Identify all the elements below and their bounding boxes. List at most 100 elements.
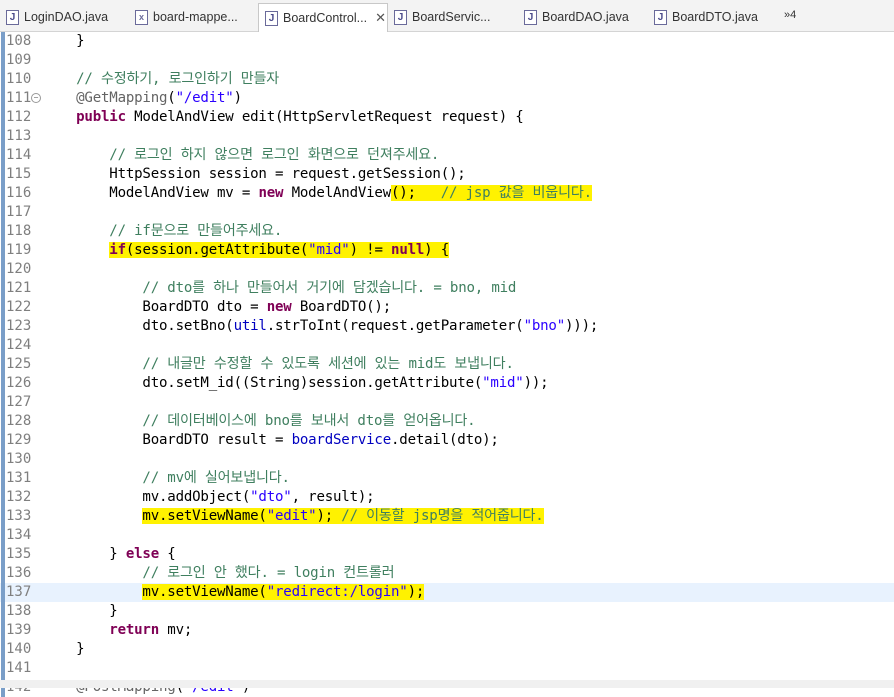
code-token: .strToInt( [266,318,350,334]
line-number: 111 [6,90,32,106]
change-marker [1,279,5,298]
change-marker [1,507,5,526]
code-token: dto [457,432,483,448]
code-token: BoardDTO(); [299,299,391,315]
code-line[interactable]: 117 [0,203,894,222]
code-token: mv [142,508,159,524]
code-line[interactable]: 129 BoardDTO result = boardService.detai… [0,431,894,450]
change-marker [1,412,5,431]
code-line[interactable]: 111− @GetMapping("/edit") [0,89,894,108]
editor-tab[interactable]: J BoardServic... [388,4,514,30]
code-line[interactable]: 114 // 로그인 하지 않으면 로그인 화면으로 던져주세요. [0,146,894,165]
change-marker [1,659,5,678]
code-line[interactable]: 125 // 내글만 수정할 수 있도록 세션에 있는 mid도 보냅니다. [0,355,894,374]
code-line[interactable]: 130 [0,450,894,469]
code-token: "redirect:/login" [266,584,408,600]
code-line[interactable]: 140 } [0,640,894,659]
code-line[interactable]: 139 return mv; [0,621,894,640]
line-number: 120 [6,261,32,277]
editor-tab[interactable]: J LoginDAO.java [0,4,125,30]
change-marker [1,355,5,374]
tab-overflow-indicator[interactable]: »4 [784,9,796,21]
code-line[interactable]: 115 HttpSession session = request.getSes… [0,165,894,184]
code-token: ModelAndView [43,185,217,201]
xml-file-icon: x [135,9,148,25]
line-number: 135 [6,546,32,562]
change-marker [1,222,5,241]
code-token: "mid" [308,242,350,258]
code-token: "mid" [482,375,524,391]
code-line[interactable]: 124 [0,336,894,355]
change-marker [1,70,5,89]
change-marker [1,602,5,621]
code-line[interactable]: 108 } [0,32,894,51]
code-token: ) [233,90,243,106]
change-marker [1,89,5,108]
change-marker [1,146,5,165]
code-text: } [43,32,84,51]
code-line[interactable]: 118 // if문으로 만들어주세요. [0,222,894,241]
editor-tab[interactable]: J BoardControl... ✕ [258,3,388,32]
close-tab-icon[interactable]: ✕ [375,10,386,26]
code-line[interactable]: 127 [0,393,894,412]
code-line[interactable]: 123 dto.setBno(util.strToInt(request.get… [0,317,894,336]
change-marker [1,393,5,412]
code-line[interactable]: 136 // 로그인 안 했다. = login 컨트롤러 [0,564,894,583]
line-number: 119 [6,242,32,258]
code-token: // jsp 값을 비웁니다. [440,185,592,201]
horizontal-scrollbar[interactable] [0,680,894,688]
code-line[interactable]: 128 // 데이터베이스에 bno를 보내서 dto를 얻어옵니다. [0,412,894,431]
code-token: // mv에 실어보냅니다. [43,470,290,486]
code-line[interactable]: 109 [0,51,894,70]
code-text: } [43,640,84,659]
code-token: new [258,185,292,201]
code-token: result [217,432,267,448]
code-line[interactable]: 121 // dto를 하나 만들어서 거기에 담겠습니다. = bno, mi… [0,279,894,298]
code-line[interactable]: 134 [0,526,894,545]
line-number: 108 [6,33,32,49]
change-marker [1,108,5,127]
code-token: session [308,375,367,391]
fold-collapse-icon[interactable]: − [31,93,41,103]
change-marker [1,241,5,260]
code-line[interactable]: 138 } [0,602,894,621]
code-line[interactable]: 119 if(session.getAttribute("mid") != nu… [0,241,894,260]
code-text: mv.setViewName("edit"); // 이동할 jsp명을 적어줍… [43,507,544,526]
code-editor[interactable]: 108 } 109 110 // 수정하기, 로그인하기 만들자 111− @GetM… [0,32,894,697]
code-token: mv [167,622,184,638]
code-line[interactable]: 132 mv.addObject("dto", result); [0,488,894,507]
code-token: ); [407,584,425,600]
code-line[interactable]: 135 } else { [0,545,894,564]
line-number: 129 [6,432,32,448]
line-number: 137 [6,584,32,600]
change-marker [1,621,5,640]
code-line[interactable]: 131 // mv에 실어보냅니다. [0,469,894,488]
code-line[interactable]: 122 BoardDTO dto = new BoardDTO(); [0,298,894,317]
change-marker [1,469,5,488]
change-marker [1,488,5,507]
code-line[interactable]: 113 [0,127,894,146]
editor-tab[interactable]: x board-mappe... [129,4,254,30]
editor-tab[interactable]: J BoardDTO.java [648,4,774,30]
line-number: 116 [6,185,32,201]
code-token: .setM_id((String) [167,375,309,391]
code-token: ) != [349,242,392,258]
line-number: 109 [6,52,32,68]
code-token: mv [217,185,234,201]
code-line[interactable]: 110 // 수정하기, 로그인하기 만들자 [0,70,894,89]
code-line[interactable]: 116 ModelAndView mv = new ModelAndView()… [0,184,894,203]
change-marker [1,203,5,222]
code-token: , [291,489,309,505]
code-line[interactable]: 141 [0,659,894,678]
line-number: 139 [6,622,32,638]
code-line[interactable]: 133 mv.setViewName("edit"); // 이동할 jsp명을… [0,507,894,526]
line-number: 115 [6,166,32,182]
change-marker [1,298,5,317]
current-code-line[interactable]: 137 mv.setViewName("redirect:/login"); [0,583,894,602]
code-token: .getParameter( [407,318,524,334]
code-line[interactable]: 120 [0,260,894,279]
code-token: // 로그인 하지 않으면 로그인 화면으로 던져주세요. [43,147,440,163]
code-line[interactable]: 126 dto.setM_id((String)session.getAttri… [0,374,894,393]
code-line[interactable]: 112 public ModelAndView edit(HttpServlet… [0,108,894,127]
editor-tab[interactable]: J BoardDAO.java [518,4,644,30]
